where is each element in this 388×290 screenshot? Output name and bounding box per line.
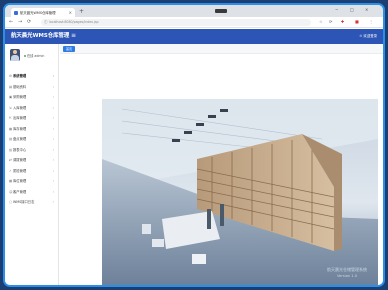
address-bar-row: ← → ⟳ ⓘ localhost:8080/pages/index.jsp ☆… — [5, 17, 383, 28]
tab-close-icon[interactable]: × — [69, 10, 72, 15]
new-tab-button[interactable]: + — [79, 8, 84, 15]
sidebar: 在线 admin ⚙系统管理 › ▤基础资料 › ▣采购管理 › ⇲入库管理 › ⇱出库… — [5, 44, 59, 285]
chevron-right-icon: › — [52, 189, 54, 194]
sidebar-item-purchase[interactable]: ▣采购管理 › — [5, 92, 59, 103]
sidebar-item-inventory[interactable]: ▧盘点管理 › — [5, 134, 59, 145]
extension-icon[interactable]: ✚ — [341, 19, 344, 25]
page-tabs-bar: 首页 — [60, 44, 383, 54]
avatar — [10, 49, 20, 61]
sidebar-item-location[interactable]: ▩库位管理 › — [5, 176, 59, 187]
sidebar-item-customer[interactable]: ☺客户管理 › — [5, 187, 59, 198]
chevron-right-icon: › — [52, 158, 54, 162]
chevron-right-icon: › — [52, 200, 54, 204]
sidebar-item-basic[interactable]: ▤基础资料 › — [5, 82, 59, 93]
user-profile: 在线 admin — [9, 49, 57, 65]
app-title: 航天晨光WMS仓库管理 — [11, 33, 70, 39]
forward-icon[interactable]: → — [18, 19, 22, 25]
sidebar-item-reports[interactable]: ▥报表中心 › — [5, 145, 59, 156]
banner-watermark: 航天晨光仓储管理系统 Version 1.0 — [327, 267, 367, 279]
browser-menu-icon[interactable]: ⋮ — [369, 19, 373, 25]
tab-home[interactable]: 首页 — [63, 46, 76, 52]
chevron-right-icon: › — [52, 147, 54, 152]
url-text: localhost:8080/pages/index.jsp — [49, 20, 99, 24]
profile-icon[interactable]: ■ — [355, 19, 359, 25]
window-title-indicator — [215, 9, 227, 13]
chevron-right-icon: › — [52, 126, 54, 131]
reload-icon[interactable]: ⟳ — [27, 19, 31, 25]
chevron-right-icon: › — [52, 95, 54, 99]
favicon-icon — [14, 10, 18, 15]
sidebar-item-inbound[interactable]: ⇲入库管理 › — [5, 103, 59, 114]
chevron-right-icon: › — [52, 168, 54, 173]
sidebar-item-quality[interactable]: ✓质检管理 › — [5, 166, 59, 177]
watermark-version: Version 1.0 — [336, 274, 358, 278]
sidebar-item-outbound[interactable]: ⇱出库管理 › — [5, 113, 59, 124]
back-icon[interactable]: ← — [9, 19, 13, 25]
url-field[interactable]: ⓘ localhost:8080/pages/index.jsp — [41, 19, 311, 26]
sidebar-toggle-icon[interactable]: ≡ — [71, 32, 76, 40]
maximize-button[interactable]: □ — [350, 7, 354, 12]
main-content: 首页 航天晨光仓储管理系统 Version 1.0 — [60, 44, 383, 285]
user-status: 在线 — [27, 54, 34, 58]
chevron-right-icon: › — [52, 179, 54, 183]
refresh-extension-icon[interactable]: ⟳ — [329, 19, 332, 25]
bookmark-star-icon[interactable]: ☆ — [319, 19, 323, 25]
sidebar-item-stock[interactable]: ▦库存管理 › — [5, 124, 59, 135]
chevron-right-icon: › — [52, 84, 54, 89]
browser-window: 航天晨光WMS仓库管理 × + − □ × ← → ⟳ ⓘ localhost:… — [3, 3, 385, 287]
chevron-right-icon: › — [52, 116, 54, 120]
sidebar-menu: ⚙系统管理 › ▤基础资料 › ▣采购管理 › ⇲入库管理 › ⇱出库管理 › ▦库存管理… — [5, 71, 59, 208]
info-icon[interactable]: ⓘ — [44, 19, 48, 26]
user-menu[interactable]: ⊙ 欢迎登录 — [360, 34, 377, 39]
close-window-button[interactable]: × — [365, 7, 368, 12]
minimize-button[interactable]: − — [335, 7, 338, 12]
sidebar-item-transfer[interactable]: ⇄调拨管理 › — [5, 155, 59, 166]
browser-tab-title: 航天晨光WMS仓库管理 — [20, 11, 56, 15]
online-status-icon — [24, 55, 26, 57]
app-header: 航天晨光WMS仓库管理 ≡ ⊙ 欢迎登录 — [5, 29, 383, 44]
browser-tab-strip: 航天晨光WMS仓库管理 × + − □ × — [5, 5, 383, 17]
warehouse-banner-image — [102, 99, 378, 285]
sidebar-item-interface-log[interactable]: ▢WMS接口日志 › — [5, 197, 59, 208]
chevron-right-icon: › — [52, 105, 54, 110]
chevron-right-icon: › — [52, 74, 54, 78]
user-name: admin — [34, 54, 45, 58]
browser-tab[interactable]: 航天晨光WMS仓库管理 × — [11, 8, 75, 17]
chevron-right-icon: › — [52, 137, 54, 141]
sidebar-item-system[interactable]: ⚙系统管理 › — [5, 71, 59, 82]
